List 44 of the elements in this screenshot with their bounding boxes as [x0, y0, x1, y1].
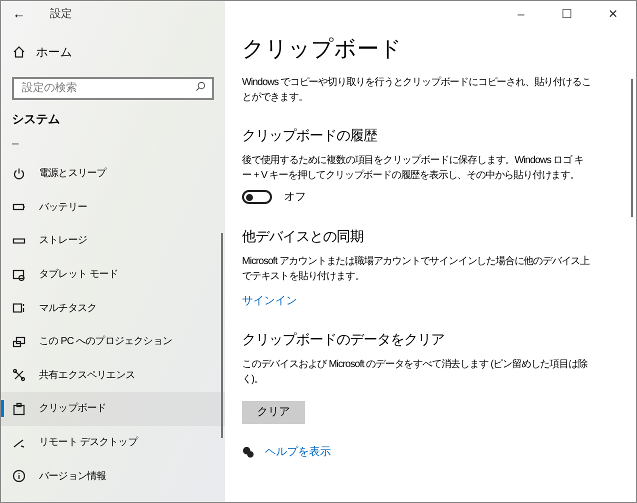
nav-item[interactable]: 電源とスリープ	[1, 157, 225, 191]
sign-in-link[interactable]: サインイン	[242, 292, 297, 309]
description-text: このデバイスおよび Microsoft のデータをすべて消去します (ピン留めした項目は除く)。	[242, 358, 588, 387]
info-icon	[12, 469, 26, 484]
home-icon	[12, 45, 26, 59]
section-heading: 他デバイスとの同期	[242, 226, 364, 246]
close-button[interactable]: ✕	[590, 1, 636, 27]
section-heading: システム	[12, 111, 61, 128]
toggle-state-label: オフ	[284, 190, 306, 205]
minimize-button[interactable]: –	[498, 1, 544, 27]
nav-item[interactable]: 共有エクスペリエンス	[1, 358, 225, 392]
scrollbar[interactable]	[631, 79, 633, 217]
clear-button[interactable]: クリア	[242, 401, 305, 424]
section-heading: クリップボードのデータをクリア	[242, 330, 446, 349]
nav-item[interactable]: マルチタスク	[1, 291, 225, 325]
nav-item[interactable]: バージョン情報	[1, 459, 225, 493]
back-button[interactable]: ←	[12, 4, 26, 24]
toggle-switch[interactable]	[242, 190, 272, 204]
maximize-button[interactable]: ☐	[544, 1, 590, 27]
nav-item[interactable]: クリップボード	[1, 392, 225, 426]
scrollbar[interactable]	[221, 233, 223, 438]
nav-item[interactable]: リモート デスクトップ	[1, 426, 225, 460]
nav-item[interactable]: タブレット モード	[1, 258, 225, 292]
description-text: Microsoft アカウントまたは職場アカウントでサインインした場合に他のデバイス上でテキストを貼り付けます。	[242, 254, 591, 284]
nav-item[interactable]: ストレージ	[1, 224, 225, 258]
window-title: 設定	[50, 6, 72, 22]
intro-text: Windows でコピーや切り取りを行うとクリップボードにコピーされ、貼り付けることができます。	[242, 76, 592, 105]
section-heading: クリップボードの履歴	[242, 126, 378, 145]
power-icon	[12, 166, 26, 181]
clipboard-icon	[12, 402, 26, 416]
chat-bubbles-icon	[242, 446, 255, 459]
multitask-icon	[12, 301, 26, 316]
nav-item[interactable]: バッテリー	[1, 190, 225, 224]
share-icon	[12, 368, 26, 382]
tablet-icon	[12, 268, 26, 282]
page-title: クリップボード	[242, 35, 403, 63]
dash-mark: –	[12, 135, 19, 152]
nav-item[interactable]: この PC へのプロジェクション	[1, 324, 225, 359]
search-field[interactable]: 設定の検索	[12, 76, 214, 100]
search-icon	[195, 81, 206, 92]
help-link[interactable]: ヘルプを表示	[265, 444, 331, 460]
projector-screen-icon	[12, 334, 26, 349]
description-text: 後で使用するために複数の項目をクリップボードに保存します。Windows ロゴ キー + V キーを押してクリップボードの履歴を表示し、その中から貼り付けます。	[242, 154, 585, 183]
home-link[interactable]: ホーム	[12, 40, 225, 64]
